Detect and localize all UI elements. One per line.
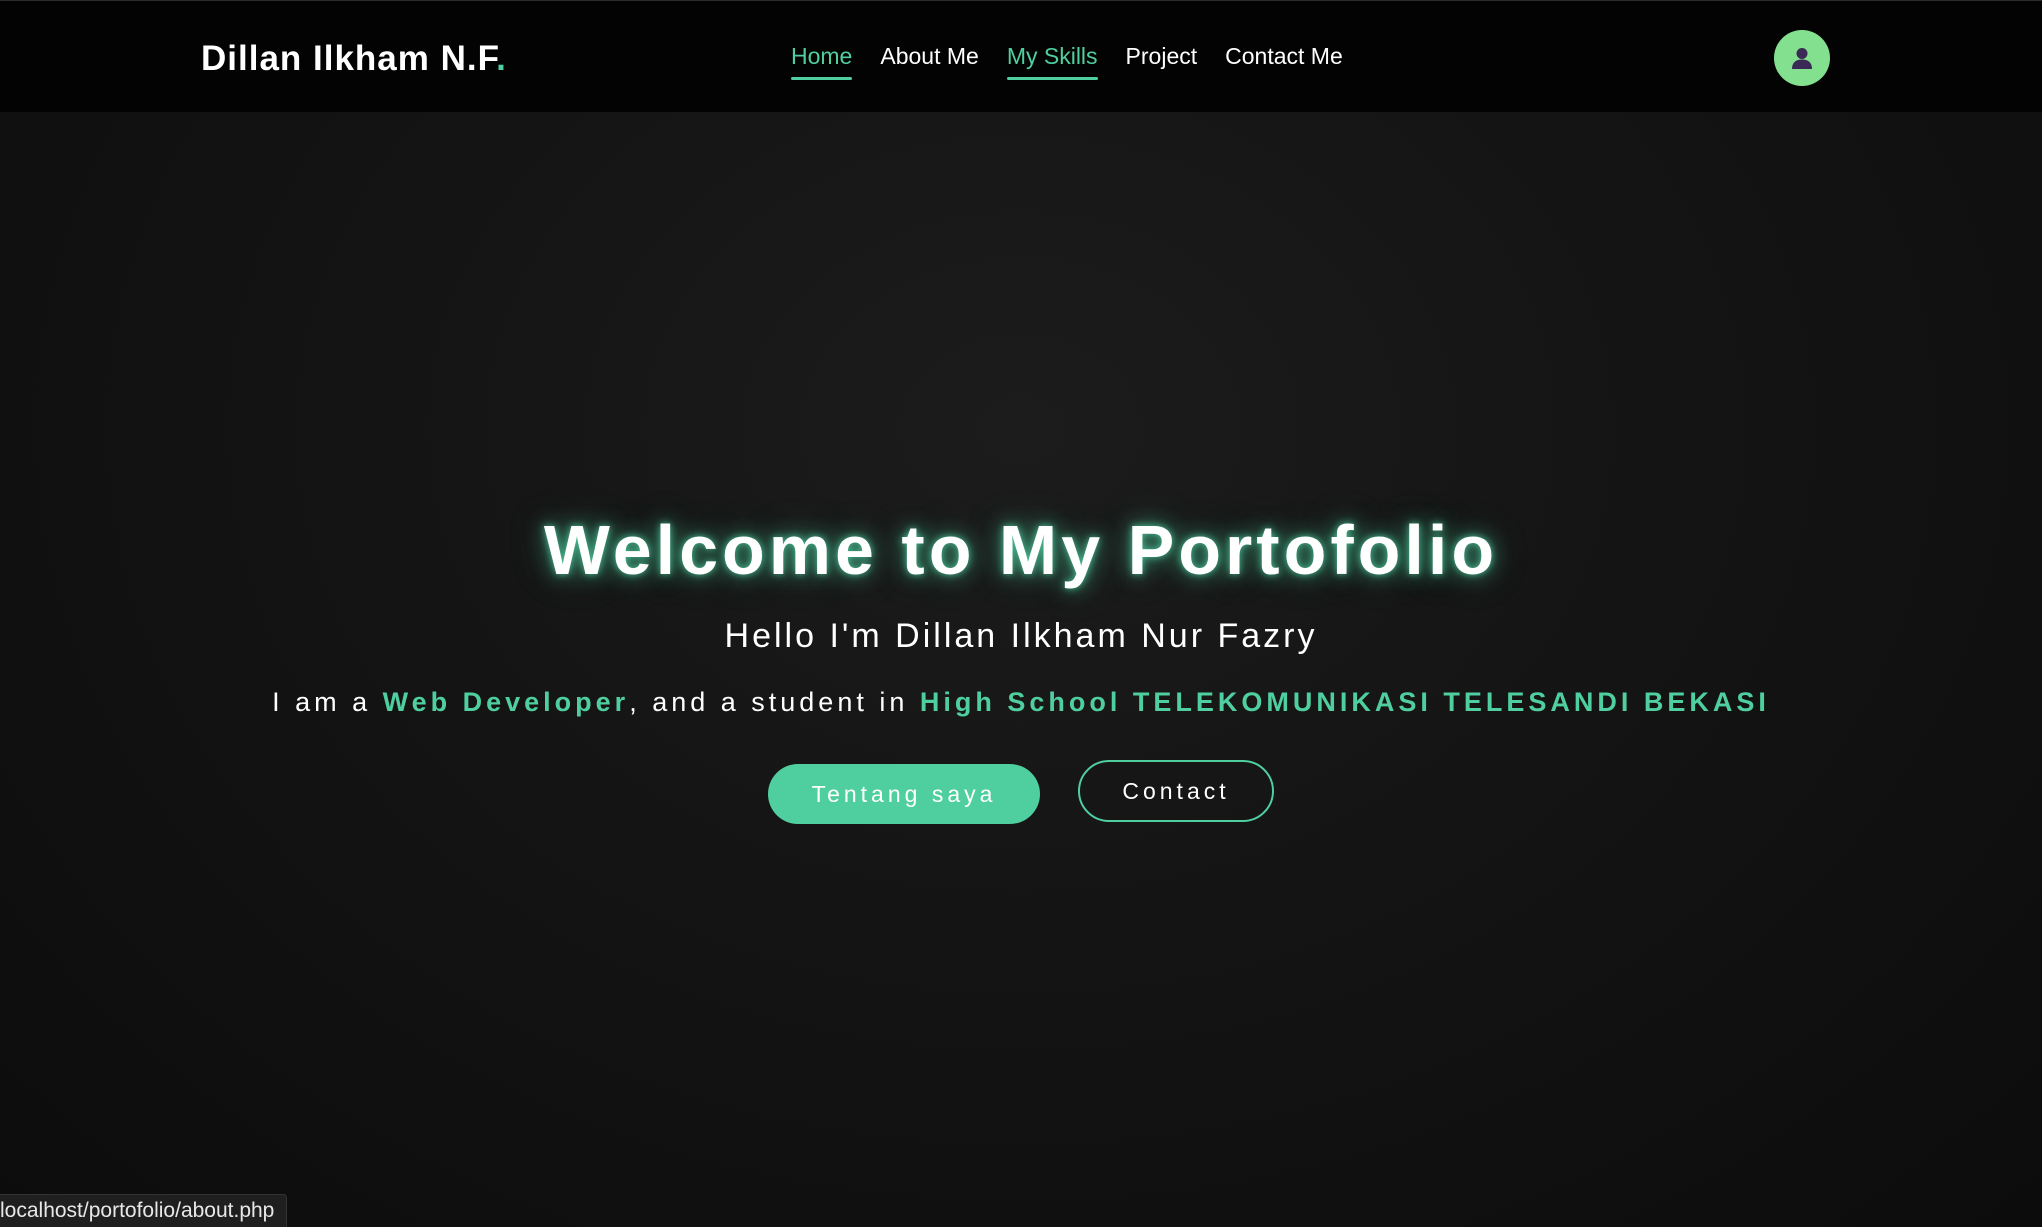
nav-link-project[interactable]: Project	[1126, 43, 1198, 80]
hero-description-part2: , and a student in	[629, 687, 920, 717]
hero-section: Welcome to My Portofolio Hello I'm Dilla…	[0, 500, 2042, 824]
page: Dillan Ilkham N.F. Home About Me My Skil…	[0, 0, 2042, 1227]
hero-highlight-role: Web Developer	[382, 687, 630, 717]
brand-name: Dillan Ilkham N.F	[201, 39, 497, 78]
hero-subtitle: Hello I'm Dillan Ilkham Nur Fazry	[724, 617, 1318, 655]
user-avatar-button[interactable]	[1774, 30, 1830, 86]
hero-highlight-school: High School TELEKOMUNIKASI TELESANDI BEK…	[919, 687, 1770, 717]
hero-buttons: Tentang saya Contact	[0, 760, 2042, 824]
browser-status-bar: localhost/portofolio/about.php	[0, 1194, 288, 1227]
user-icon	[1792, 48, 1812, 69]
hero-title: Welcome to My Portofolio	[543, 511, 1499, 589]
about-me-button[interactable]: Tentang saya	[768, 764, 1040, 824]
nav-link-contact-me[interactable]: Contact Me	[1225, 43, 1343, 80]
contact-button[interactable]: Contact	[1078, 760, 1274, 822]
nav-link-my-skills[interactable]: My Skills	[1006, 43, 1098, 80]
brand-logo[interactable]: Dillan Ilkham N.F.	[201, 39, 507, 79]
hero-description: I am a Web Developer, and a student in H…	[0, 682, 2042, 722]
hero-description-part1: I am a	[272, 687, 383, 717]
nav-link-about-me[interactable]: About Me	[880, 43, 978, 80]
nav-menu: Home About Me My Skills Project Contact …	[791, 43, 1343, 80]
nav-link-home[interactable]: Home	[791, 43, 853, 80]
navbar: Dillan Ilkham N.F. Home About Me My Skil…	[0, 0, 2042, 112]
brand-dot: .	[496, 39, 507, 78]
status-url: localhost/portofolio/about.php	[0, 1199, 275, 1222]
